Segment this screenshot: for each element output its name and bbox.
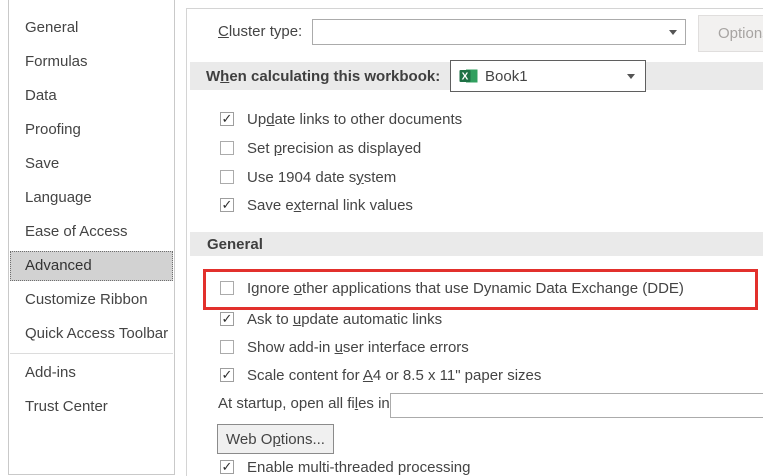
- checkbox-row-scale-content[interactable]: ✓ Scale content for A4 or 8.5 x 11" pape…: [220, 362, 541, 388]
- checkbox-row-save-external-link-values[interactable]: ✓ Save external link values: [220, 192, 413, 218]
- sidebar-item-customize-ribbon[interactable]: Customize Ribbon: [9, 283, 174, 317]
- checkbox-row-multithreaded[interactable]: ✓ Enable multi-threaded processing: [220, 454, 470, 476]
- sidebar-item-proofing[interactable]: Proofing: [9, 113, 174, 147]
- sidebar-item-trust-center[interactable]: Trust Center: [9, 390, 174, 424]
- sidebar-item-save[interactable]: Save: [9, 147, 174, 181]
- workbook-name: Book1: [485, 68, 528, 85]
- checkbox-label: Update links to other documents: [247, 111, 462, 128]
- sidebar-item-add-ins[interactable]: Add-ins: [9, 356, 174, 390]
- chevron-down-icon: [669, 30, 677, 35]
- checkbox[interactable]: [220, 281, 234, 295]
- cluster-type-label: Cluster type:: [218, 22, 302, 42]
- workbook-selector[interactable]: X Book1: [450, 60, 646, 92]
- checkbox[interactable]: ✓: [220, 460, 234, 474]
- checkbox-row-update-links[interactable]: ✓ Update links to other documents: [220, 106, 462, 132]
- excel-workbook-icon: X: [459, 68, 479, 84]
- svg-text:X: X: [462, 72, 469, 83]
- sidebar-item-formulas[interactable]: Formulas: [9, 45, 174, 79]
- sidebar-item-general[interactable]: General: [9, 11, 174, 45]
- when-calculating-label: When calculating this workbook:: [206, 68, 440, 85]
- sidebar-item-quick-access-toolbar[interactable]: Quick Access Toolbar: [9, 317, 174, 351]
- checkbox[interactable]: [220, 141, 234, 155]
- check-icon: ✓: [222, 112, 233, 125]
- sidebar-item-advanced[interactable]: Advanced: [10, 251, 173, 281]
- sidebar-item-ease-of-access[interactable]: Ease of Access: [9, 215, 174, 249]
- checkbox[interactable]: ✓: [220, 368, 234, 382]
- checkbox-label: Scale content for A4 or 8.5 x 11" paper …: [247, 367, 541, 384]
- sidebar-divider: [10, 353, 173, 354]
- check-icon: ✓: [222, 368, 233, 381]
- general-section-title: General: [207, 236, 263, 253]
- cluster-type-combobox[interactable]: [312, 19, 686, 45]
- checkbox-label: Ignore other applications that use Dynam…: [247, 280, 684, 297]
- chevron-down-icon: [627, 74, 635, 79]
- startup-files-label: At startup, open all files in:: [218, 394, 394, 414]
- cluster-options-button[interactable]: Options: [698, 15, 763, 52]
- checkbox-label: Ask to update automatic links: [247, 311, 442, 328]
- checkbox-row-addin-ui-errors[interactable]: Show add-in user interface errors: [220, 334, 469, 360]
- checkbox-label: Use 1904 date system: [247, 169, 396, 186]
- checkbox-label: Save external link values: [247, 197, 413, 214]
- checkbox-row-set-precision[interactable]: Set precision as displayed: [220, 135, 421, 161]
- checkbox[interactable]: [220, 170, 234, 184]
- check-icon: ✓: [222, 198, 233, 211]
- check-icon: ✓: [222, 312, 233, 325]
- checkbox-label: Enable multi-threaded processing: [247, 459, 470, 476]
- web-options-button[interactable]: Web Options...: [217, 424, 334, 454]
- checkbox[interactable]: [220, 340, 234, 354]
- general-section-header: General: [190, 232, 763, 256]
- checkbox-row-ignore-dde[interactable]: Ignore other applications that use Dynam…: [220, 275, 684, 301]
- checkbox[interactable]: ✓: [220, 198, 234, 212]
- sidebar-item-data[interactable]: Data: [9, 79, 174, 113]
- checkbox[interactable]: ✓: [220, 112, 234, 126]
- check-icon: ✓: [222, 460, 233, 473]
- checkbox-row-1904-date-system[interactable]: Use 1904 date system: [220, 164, 396, 190]
- checkbox-label: Set precision as displayed: [247, 140, 421, 157]
- checkbox-label: Show add-in user interface errors: [247, 339, 469, 356]
- excel-options-dialog: General Formulas Data Proofing Save Lang…: [0, 0, 763, 476]
- checkbox[interactable]: ✓: [220, 312, 234, 326]
- options-sidebar: General Formulas Data Proofing Save Lang…: [8, 0, 175, 475]
- startup-files-input[interactable]: [390, 393, 763, 418]
- checkbox-row-ask-update-links[interactable]: ✓ Ask to update automatic links: [220, 306, 442, 332]
- sidebar-item-language[interactable]: Language: [9, 181, 174, 215]
